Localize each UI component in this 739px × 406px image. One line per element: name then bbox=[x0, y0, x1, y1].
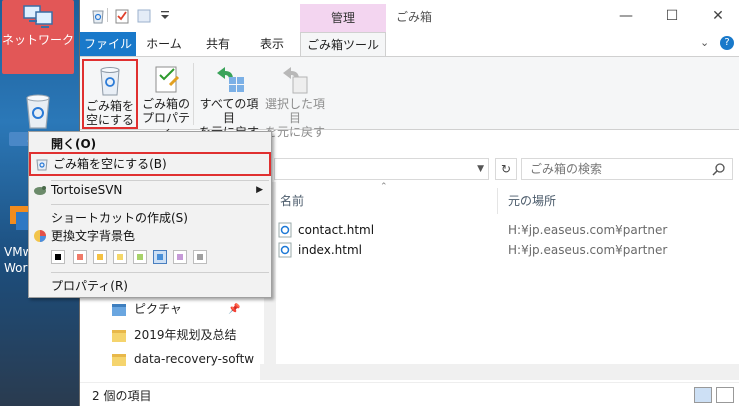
address-bar[interactable]: ▼ bbox=[274, 158, 489, 180]
manage-context-tab[interactable]: 管理 bbox=[300, 4, 386, 32]
file-name: index.html bbox=[298, 243, 362, 257]
restore-selected-button[interactable]: 選択した項目 を元に戻す bbox=[264, 59, 326, 139]
column-header-name[interactable]: 名前 bbox=[280, 190, 304, 212]
sort-up-chevron-icon: ⌃ bbox=[380, 182, 388, 192]
empty-label-line1: ごみ箱を bbox=[85, 99, 134, 113]
empty-label-line2: 空にする bbox=[85, 113, 135, 127]
ribbon-panel: ごみ箱を 空にする ごみ箱の プロパティ すべての項目 を元に戻す bbox=[80, 56, 739, 139]
folder-icon bbox=[112, 353, 126, 366]
nav-folder1-label: 2019年规划及总结 bbox=[134, 328, 237, 342]
swatch-yellow[interactable] bbox=[113, 250, 127, 264]
details-view-icon[interactable] bbox=[694, 387, 712, 403]
help-icon[interactable]: ? bbox=[720, 36, 734, 50]
restore-all-button[interactable]: すべての項目 を元に戻す bbox=[196, 59, 262, 139]
palette-icon bbox=[34, 230, 46, 242]
ribbon-tab-bar: ファイル ホーム 共有 表示 ごみ箱ツール ⌄ ? bbox=[80, 32, 739, 56]
maximize-button[interactable]: ☐ bbox=[662, 6, 682, 26]
recycle-bin-properties-button[interactable]: ごみ箱の プロパティ bbox=[140, 59, 192, 139]
search-placeholder: ごみ箱の検索 bbox=[530, 162, 603, 176]
menu-bgcolor-label: 更換文字背景色 bbox=[51, 229, 136, 243]
menu-item-properties[interactable]: プロパティ(R) bbox=[29, 276, 271, 296]
ribbon-separator bbox=[193, 63, 194, 125]
search-icon bbox=[712, 163, 725, 176]
tab-file[interactable]: ファイル bbox=[80, 32, 136, 56]
swatch-gray[interactable] bbox=[193, 250, 207, 264]
menu-svn-label: TortoiseSVN bbox=[51, 183, 123, 197]
swatch-none[interactable] bbox=[51, 250, 65, 264]
large-icons-view-icon[interactable] bbox=[716, 387, 734, 403]
recycle-bin-icon bbox=[26, 94, 50, 129]
title-bar: 管理 ごみ箱 — ☐ ✕ bbox=[80, 0, 739, 32]
empty-recycle-bin-icon bbox=[100, 67, 120, 96]
pin-icon[interactable]: 📌 bbox=[228, 304, 240, 315]
window-title: ごみ箱 bbox=[396, 10, 433, 24]
props-label-line1: ごみ箱の bbox=[141, 97, 190, 111]
html-file-icon bbox=[278, 222, 292, 238]
pictures-folder-icon bbox=[112, 303, 126, 316]
properties-icon bbox=[155, 66, 180, 93]
desktop-network-shortcut[interactable]: ネットワーク bbox=[2, 0, 74, 74]
swatch-purple[interactable] bbox=[173, 250, 187, 264]
restore-selected-line1: 選択した項目 bbox=[264, 97, 325, 125]
refresh-button[interactable]: ↻ bbox=[495, 158, 517, 180]
column-separator[interactable] bbox=[497, 188, 498, 214]
menu-empty-label: ごみ箱を空にする(B) bbox=[53, 157, 167, 171]
customize-qa-chevron-icon[interactable] bbox=[158, 8, 172, 24]
file-location: H:¥jp.easeus.com¥partner bbox=[508, 223, 668, 237]
tortoise-icon bbox=[34, 186, 46, 195]
nav-item-data-recovery[interactable]: data-recovery-softw bbox=[112, 348, 254, 370]
menu-item-bgcolor[interactable]: 更換文字背景色 bbox=[29, 226, 271, 246]
horizontal-scrollbar[interactable] bbox=[260, 364, 739, 380]
menu-separator bbox=[51, 272, 269, 273]
context-menu: 開く(O) ごみ箱を空にする(B) TortoiseSVN ▶ ショートカットの… bbox=[28, 131, 272, 298]
nav-item-pictures[interactable]: ピクチャ bbox=[112, 298, 182, 320]
column-header-location[interactable]: 元の場所 bbox=[508, 190, 556, 212]
restore-all-icon bbox=[217, 67, 244, 92]
file-location: H:¥jp.easeus.com¥partner bbox=[508, 243, 668, 257]
tab-share[interactable]: 共有 bbox=[198, 32, 238, 56]
new-folder-icon[interactable] bbox=[136, 8, 152, 24]
nav-folder2-label: data-recovery-softw bbox=[134, 352, 255, 366]
minimize-button[interactable]: — bbox=[616, 6, 636, 26]
empty-recycle-bin-button[interactable]: ごみ箱を 空にする bbox=[82, 59, 138, 129]
item-count: 2 個の項目 bbox=[92, 389, 152, 403]
swatch-green[interactable] bbox=[133, 250, 147, 264]
tab-home[interactable]: ホーム bbox=[144, 32, 184, 56]
recycle-bin-small-icon bbox=[92, 10, 104, 24]
nav-pictures-label: ピクチャ bbox=[134, 302, 182, 316]
html-file-icon bbox=[278, 242, 292, 258]
submenu-arrow-icon: ▶ bbox=[256, 185, 263, 195]
close-button[interactable]: ✕ bbox=[708, 6, 728, 26]
swatch-orange[interactable] bbox=[93, 250, 107, 264]
quick-access-separator bbox=[107, 8, 108, 22]
menu-item-empty-recycle-bin[interactable]: ごみ箱を空にする(B) bbox=[29, 152, 271, 176]
recycle-small-icon bbox=[36, 159, 48, 171]
file-row[interactable]: index.html H:¥jp.easeus.com¥partner bbox=[278, 240, 728, 260]
menu-item-tortoisesvn[interactable]: TortoiseSVN ▶ bbox=[29, 180, 271, 200]
network-label: ネットワーク bbox=[2, 33, 75, 47]
menu-item-create-shortcut[interactable]: ショートカットの作成(S) bbox=[29, 208, 271, 228]
properties-check-icon[interactable] bbox=[114, 8, 130, 24]
restore-selected-line2: を元に戻す bbox=[264, 125, 325, 139]
ribbon-expand-icon[interactable]: ⌄ bbox=[700, 36, 709, 49]
restore-all-line1: すべての項目 bbox=[199, 97, 259, 125]
folder-icon bbox=[112, 329, 126, 342]
nav-item-folder-2019[interactable]: 2019年规划及总结 bbox=[112, 324, 237, 346]
swatch-blue[interactable] bbox=[153, 250, 167, 264]
status-bar: 2 個の項目 bbox=[80, 382, 739, 406]
file-name: contact.html bbox=[298, 223, 375, 237]
menu-separator bbox=[51, 204, 269, 205]
swatch-red[interactable] bbox=[73, 250, 87, 264]
restore-selected-icon bbox=[283, 67, 308, 94]
search-input[interactable]: ごみ箱の検索 bbox=[521, 158, 733, 180]
tab-recycle-bin-tools[interactable]: ごみ箱ツール bbox=[300, 32, 386, 56]
tab-view[interactable]: 表示 bbox=[252, 32, 292, 56]
file-row[interactable]: contact.html H:¥jp.easeus.com¥partner bbox=[278, 220, 728, 240]
network-icon bbox=[23, 5, 53, 28]
address-dropdown-icon[interactable]: ▼ bbox=[477, 164, 484, 174]
menu-item-open[interactable]: 開く(O) bbox=[29, 134, 271, 154]
